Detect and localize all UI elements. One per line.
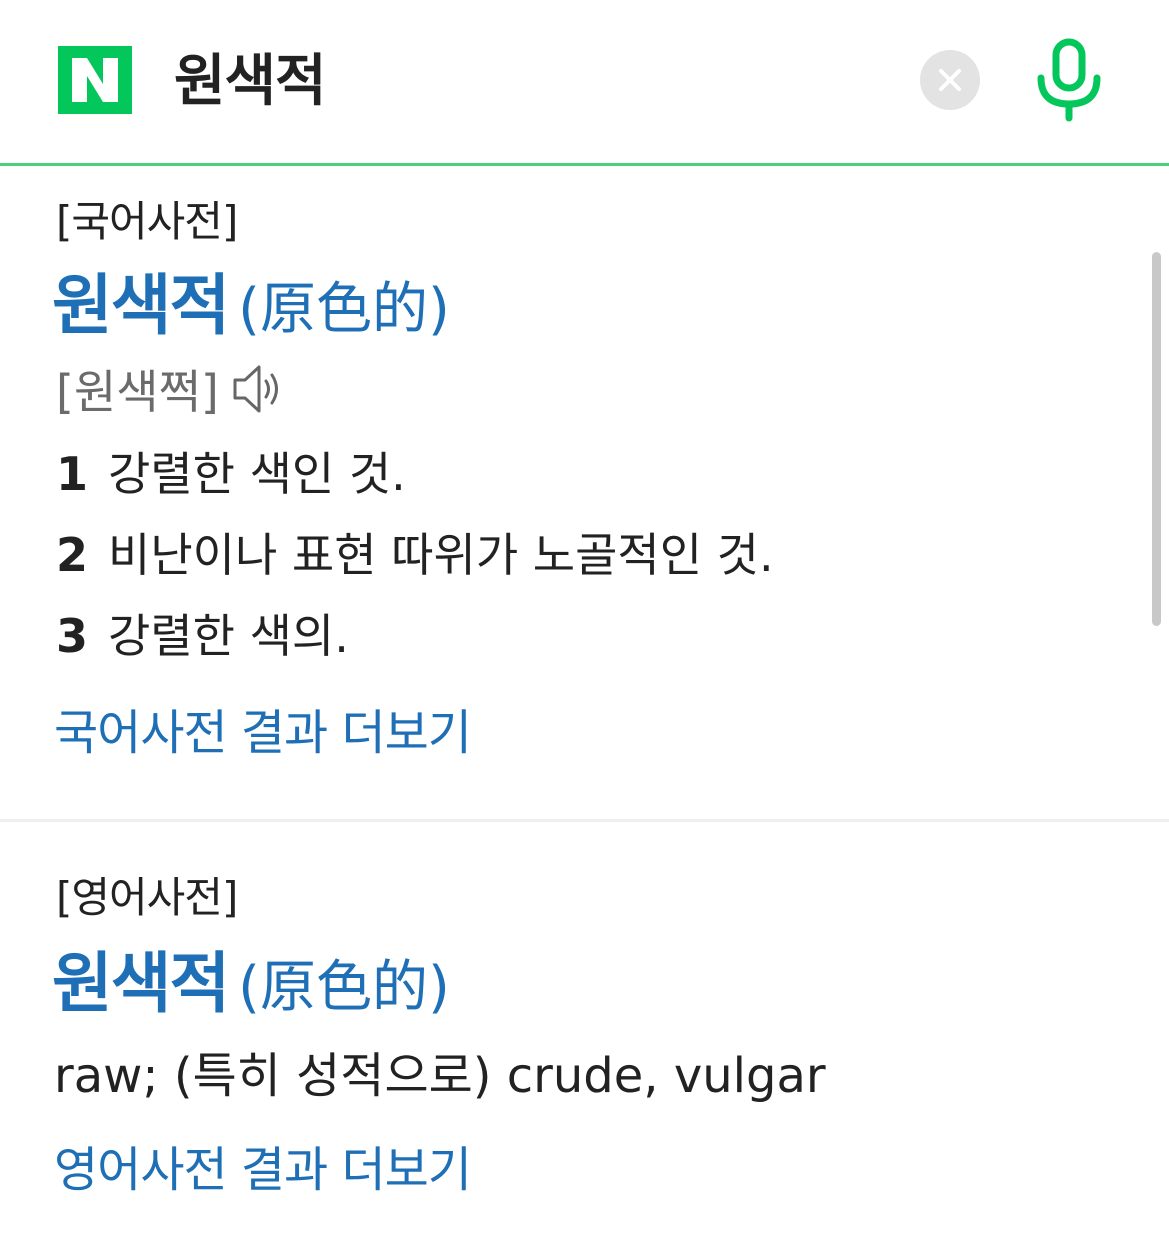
scrollbar[interactable] <box>1152 252 1161 626</box>
headword-link[interactable]: 원색적 (原色的) <box>52 266 450 363</box>
close-icon <box>939 69 961 91</box>
hanja: (原色的) <box>238 277 450 342</box>
definition-item: 3 강렬한 색의. <box>56 609 349 663</box>
definition-item: 1 강렬한 색인 것. <box>56 447 406 501</box>
search-header: 원색적 <box>0 0 1169 166</box>
definition-item: 2 비난이나 표현 따위가 노골적인 것. <box>56 528 774 582</box>
speaker-icon <box>233 365 278 413</box>
clear-button[interactable] <box>920 50 980 110</box>
english-dict-more-link[interactable]: 영어사전 결과 더보기 <box>54 1140 472 1200</box>
section-tag: [국어사전] <box>56 197 238 246</box>
header-divider <box>0 163 1169 166</box>
pronunciation: [원색쩍] <box>56 365 219 419</box>
pronunciation-speaker-button[interactable] <box>232 362 288 420</box>
microphone-icon <box>1037 38 1101 122</box>
voice-search-button[interactable] <box>1032 38 1108 122</box>
hanja: (原色的) <box>238 955 450 1020</box>
naver-logo[interactable] <box>58 46 132 114</box>
english-meaning: raw; (특히 성적으로) crude, vulgar <box>54 1048 826 1104</box>
korean-dict-more-link[interactable]: 국어사전 결과 더보기 <box>54 703 472 763</box>
section-divider <box>0 819 1169 822</box>
section-tag: [영어사전] <box>56 873 238 922</box>
search-input[interactable]: 원색적 <box>174 46 327 118</box>
headword-link[interactable]: 원색적 (原色的) <box>52 944 450 1041</box>
headword: 원색적 <box>52 945 230 1022</box>
headword: 원색적 <box>52 267 230 344</box>
